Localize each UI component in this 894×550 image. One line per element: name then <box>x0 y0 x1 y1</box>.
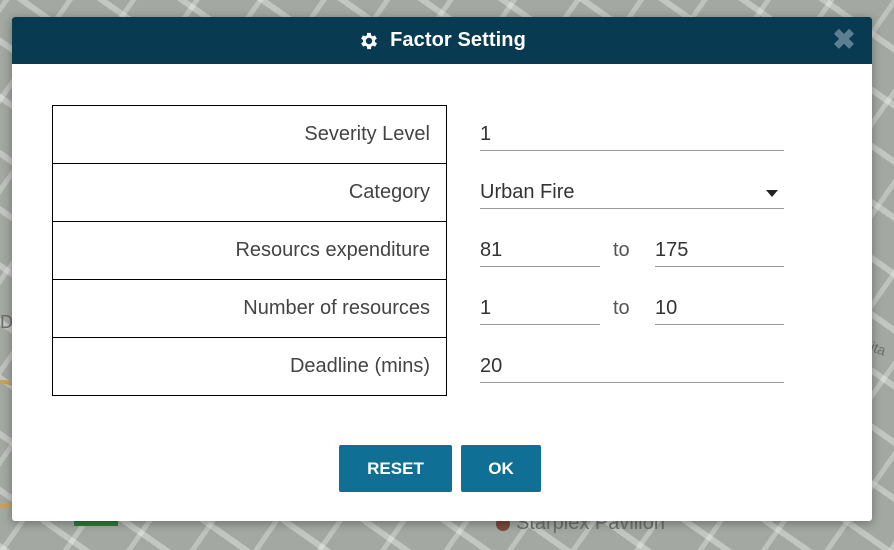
deadline-input[interactable]: 20 <box>480 349 784 383</box>
category-select[interactable]: Urban Fire <box>480 175 784 209</box>
chevron-down-icon <box>766 190 778 197</box>
factor-fields: 1 Urban Fire 81 to 175 1 to 10 20 <box>480 105 784 395</box>
factor-label-table: Severity Level Category Resourcs expendi… <box>52 105 447 396</box>
table-row: Deadline (mins) <box>52 337 447 396</box>
close-icon: ✖ <box>832 24 856 55</box>
category-selected-value: Urban Fire <box>480 181 575 203</box>
close-button[interactable]: ✖ <box>830 25 858 55</box>
field-label-severity: Severity Level <box>52 105 447 164</box>
factor-setting-dialog: Factor Setting ✖ Severity Level Category… <box>12 17 872 521</box>
dialog-title: Factor Setting <box>390 29 526 51</box>
severity-row: 1 <box>480 105 784 163</box>
field-label-resources: Number of resources <box>52 279 447 338</box>
expenditure-min-input[interactable]: 81 <box>480 233 600 267</box>
table-row: Resourcs expenditure <box>52 221 447 280</box>
ok-button[interactable]: OK <box>461 445 541 492</box>
category-row: Urban Fire <box>480 163 784 221</box>
deadline-row: 20 <box>480 337 784 395</box>
severity-level-input[interactable]: 1 <box>480 117 784 151</box>
range-to-label: to <box>613 239 630 261</box>
gear-icon <box>361 32 378 49</box>
table-row: Severity Level <box>52 105 447 164</box>
field-label-deadline: Deadline (mins) <box>52 337 447 396</box>
expenditure-max-input[interactable]: 175 <box>655 233 784 267</box>
reset-button[interactable]: RESET <box>339 445 452 492</box>
dialog-title-group: Factor Setting <box>358 29 526 52</box>
table-row: Category <box>52 163 447 222</box>
resources-min-input[interactable]: 1 <box>480 291 600 325</box>
field-label-expenditure: Resourcs expenditure <box>52 221 447 280</box>
table-row: Number of resources <box>52 279 447 338</box>
resources-row: 1 to 10 <box>480 279 784 337</box>
resources-max-input[interactable]: 10 <box>655 291 784 325</box>
expenditure-row: 81 to 175 <box>480 221 784 279</box>
range-to-label: to <box>613 297 630 319</box>
dialog-titlebar: Factor Setting ✖ <box>12 17 872 64</box>
field-label-category: Category <box>52 163 447 222</box>
